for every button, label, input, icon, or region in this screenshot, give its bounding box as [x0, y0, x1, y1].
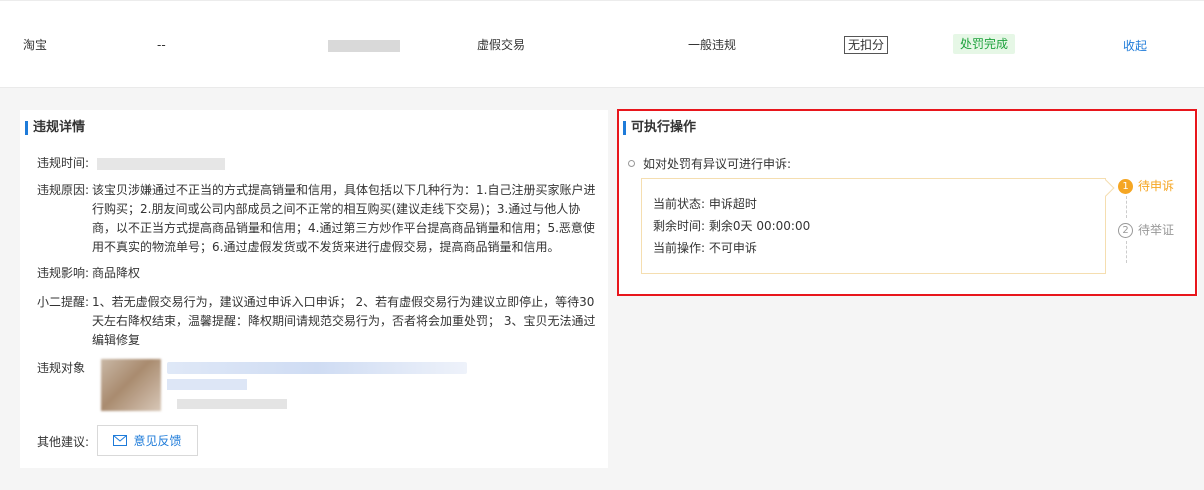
violation-reason-field: 违规原因: 该宝贝涉嫌通过不正当的方式提高销量和信用，具体包括以下几种行为：1.… — [37, 181, 602, 261]
current-state-row: 当前状态: 申诉超时 — [653, 196, 757, 212]
step-pending-appeal: 1 待申诉 — [1118, 178, 1174, 194]
appeal-hint: 如对处罚有异议可进行申诉: — [628, 156, 791, 172]
staff-tip-field: 小二提醒: 1、若无虚假交易行为，建议通过申诉入口申诉； 2、若有虚假交易行为建… — [37, 293, 602, 353]
redacted-time — [97, 158, 225, 170]
step-pending-evidence: 2 待举证 — [1118, 222, 1174, 238]
appeal-state-box: 当前状态: 申诉超时 剩余时间: 剩余0天 00:00:00 当前操作: 不可申… — [641, 178, 1115, 274]
bullet-circle-icon — [628, 160, 635, 167]
staff-tip-label: 小二提醒: — [37, 295, 90, 309]
redacted-product-meta — [177, 399, 287, 409]
step-connector — [1126, 241, 1127, 263]
violation-object-label: 违规对象 — [37, 361, 86, 375]
violation-object-field: 违规对象 — [37, 359, 597, 419]
violation-level-cell: 一般违规 — [688, 38, 737, 52]
actions-panel: 可执行操作 如对处罚有异议可进行申诉: 当前状态: 申诉超时 剩余时间: 剩余0… — [619, 110, 1198, 296]
panel-title-actions: 可执行操作 — [623, 120, 696, 136]
other-suggestion-field: 其他建议: — [37, 433, 97, 452]
current-operation-value: 不可申诉 — [708, 241, 757, 255]
step-connector — [1126, 196, 1127, 218]
violation-time-field: 违规时间: — [37, 154, 597, 173]
violation-details-panel: 违规详情 违规时间: 违规原因: 该宝贝涉嫌通过不正当的方式提高销量和信用，具体… — [20, 110, 608, 468]
remaining-time-value: 剩余0天 00:00:00 — [708, 219, 811, 233]
violation-time-label: 违规时间: — [37, 156, 90, 170]
mail-icon — [113, 435, 128, 446]
violation-type-cell: 虚假交易 — [477, 38, 526, 52]
panel-title-details: 违规详情 — [25, 120, 85, 136]
violation-reason-text: 该宝贝涉嫌通过不正当的方式提高销量和信用，具体包括以下几种行为：1.自己注册买家… — [92, 183, 596, 254]
violation-summary-row: 淘宝 -- 虚假交易 一般违规 无扣分 处罚完成 收起 — [0, 0, 1204, 88]
appeal-hint-text: 如对处罚有异议可进行申诉: — [643, 157, 792, 171]
current-state-label: 当前状态: — [653, 197, 706, 211]
platform-cell: 淘宝 — [23, 38, 48, 52]
step-label: 待申诉 — [1138, 179, 1175, 193]
violation-reason-label: 违规原因: — [37, 183, 90, 197]
remaining-time-row: 剩余时间: 剩余0天 00:00:00 — [653, 218, 810, 234]
feedback-button-label: 意见反馈 — [133, 434, 182, 448]
redacted-product-link[interactable] — [167, 362, 467, 374]
redacted-id — [328, 40, 400, 52]
product-thumbnail[interactable] — [101, 359, 161, 411]
current-operation-label: 当前操作: — [653, 241, 706, 255]
current-operation-row: 当前操作: 不可申诉 — [653, 240, 757, 256]
step-number-icon: 1 — [1118, 178, 1133, 194]
other-suggestion-label: 其他建议: — [37, 435, 90, 449]
violation-impact-label: 违规影响: — [37, 266, 90, 280]
feedback-button[interactable]: 意见反馈 — [97, 425, 198, 456]
collapse-link[interactable]: 收起 — [1123, 37, 1147, 54]
status-badge: 处罚完成 — [953, 34, 1016, 54]
remaining-time-label: 剩余时间: — [653, 219, 706, 233]
pointer-arrow — [1097, 179, 1115, 197]
redacted-product-sub — [167, 379, 247, 390]
deduct-points-tag: 无扣分 — [844, 36, 889, 54]
violation-impact-text: 商品降权 — [92, 266, 141, 280]
step-label: 待举证 — [1138, 223, 1175, 237]
violation-impact-field: 违规影响: 商品降权 — [37, 264, 597, 283]
staff-tip-text: 1、若无虚假交易行为，建议通过申诉入口申诉； 2、若有虚假交易行为建议立即停止，… — [92, 295, 596, 347]
current-state-value: 申诉超时 — [708, 197, 757, 211]
empty-cell: -- — [157, 38, 166, 52]
step-number-icon: 2 — [1118, 222, 1133, 238]
